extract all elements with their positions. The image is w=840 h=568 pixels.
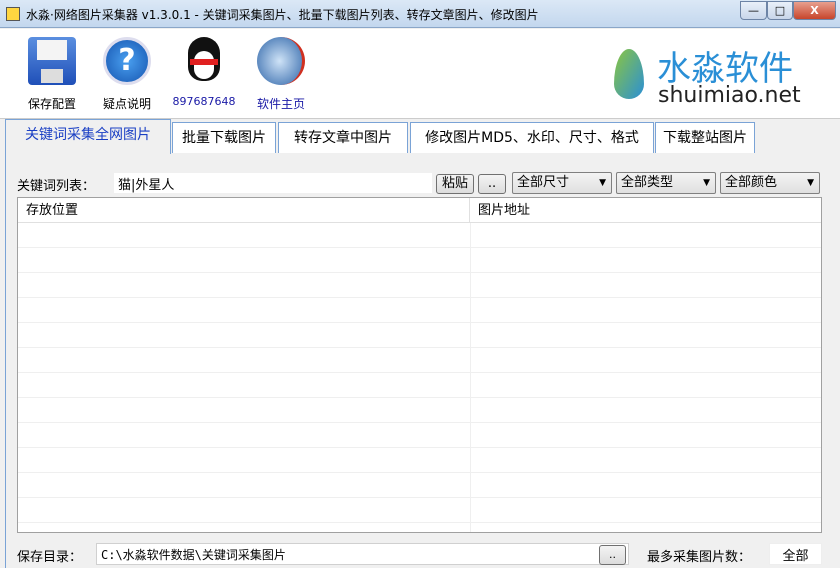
browse-dir-button[interactable]: .. [599, 545, 626, 565]
chevron-down-icon: ▼ [807, 178, 814, 188]
max-images-label: 最多采集图片数： [647, 550, 752, 565]
tab-modify-images[interactable]: 修改图片MD5、水印、尺寸、格式 [410, 122, 654, 153]
table-row [18, 498, 821, 523]
table-row [18, 473, 821, 498]
column-header-location[interactable]: 存放位置 [18, 198, 470, 223]
tab-site-download[interactable]: 下载整站图片 [655, 122, 755, 153]
close-button[interactable]: X [793, 1, 836, 20]
table-row [18, 223, 821, 248]
table-row [18, 298, 821, 323]
tab-article-images[interactable]: 转存文章中图片 [278, 122, 408, 153]
tab-bar: 关键词采集全网图片 批量下载图片 转存文章中图片 修改图片MD5、水印、尺寸、格… [0, 119, 840, 154]
help-button[interactable]: ? 疑点说明 [92, 37, 162, 112]
toolbar: 保存配置 ? 疑点说明 897687648 软件主页 水淼软件 shuimiao… [0, 29, 840, 119]
app-icon [6, 7, 20, 21]
table-row [18, 348, 821, 373]
keyword-more-button[interactable]: .. [478, 174, 506, 194]
qq-link[interactable]: 897687648 [169, 37, 239, 108]
water-drop-logo-icon [608, 41, 656, 103]
results-table[interactable]: 存放位置 图片地址 [17, 197, 822, 533]
paste-button[interactable]: 粘贴 [436, 174, 474, 194]
type-select[interactable]: 全部类型 ▼ [616, 172, 716, 194]
title-bar: 水淼·网络图片采集器 v1.3.0.1 - 关键词采集图片、批量下载图片列表、转… [0, 0, 840, 28]
maximize-button[interactable]: □ [767, 1, 793, 20]
save-dir-label: 保存目录： [17, 550, 83, 565]
chevron-down-icon: ▼ [703, 178, 710, 188]
table-row [18, 248, 821, 273]
chevron-down-icon: ▼ [599, 178, 606, 188]
table-row [18, 448, 821, 473]
keyword-input[interactable] [113, 172, 433, 194]
homepage-link[interactable]: 软件主页 [246, 37, 316, 112]
table-row [18, 273, 821, 298]
window-title: 水淼·网络图片采集器 v1.3.0.1 - 关键词采集图片、批量下载图片列表、转… [26, 8, 539, 22]
table-row [18, 423, 821, 448]
tab-keyword-collect[interactable]: 关键词采集全网图片 [5, 119, 171, 154]
globe-icon [257, 37, 305, 85]
table-row [18, 373, 821, 398]
table-row [18, 398, 821, 423]
brand-site: shuimiao.net [658, 83, 801, 108]
help-icon: ? [103, 37, 151, 85]
color-select[interactable]: 全部颜色 ▼ [720, 172, 820, 194]
tab-batch-download[interactable]: 批量下载图片 [172, 122, 276, 153]
floppy-disk-icon [28, 37, 76, 85]
keyword-label: 关键词列表： [17, 179, 96, 194]
minimize-button[interactable]: — [740, 1, 767, 20]
qq-penguin-icon [180, 37, 228, 85]
table-row [18, 323, 821, 348]
save-dir-input[interactable] [96, 543, 629, 565]
size-select[interactable]: 全部尺寸 ▼ [512, 172, 612, 194]
save-config-button[interactable]: 保存配置 [17, 37, 87, 112]
max-images-input[interactable] [769, 543, 822, 565]
column-header-image-url[interactable]: 图片地址 [470, 198, 821, 223]
